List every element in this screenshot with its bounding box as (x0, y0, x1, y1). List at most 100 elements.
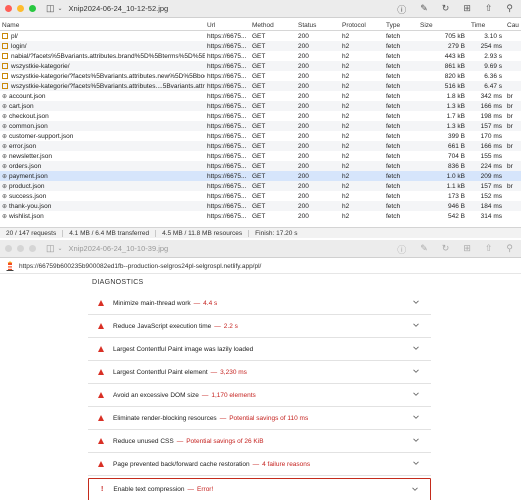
minimize-window-button[interactable] (17, 245, 24, 252)
cell-time: 9.69 s (484, 62, 502, 70)
info-icon[interactable]: ⓘ (397, 243, 406, 256)
table-row[interactable]: ⊕ common.json https://6675... GET 200 h2 fetch… (0, 121, 521, 131)
warning-triangle-icon (98, 323, 104, 329)
col-type[interactable]: Type (384, 22, 418, 29)
document-icon (2, 32, 8, 39)
lighthouse-icon (6, 261, 14, 271)
chevron-down-icon[interactable] (413, 368, 419, 374)
table-row[interactable]: ⊕ cart.json https://6675... GET 200 h2 fetch 1.… (0, 101, 521, 111)
audit-item[interactable]: Avoid an excessive DOM size —1,170 elemen… (88, 384, 431, 407)
audit-detail: 1,170 elements (211, 391, 256, 399)
globe-icon: ⊕ (2, 143, 8, 150)
chevron-down-icon[interactable] (413, 437, 419, 443)
cell-type: fetch (386, 72, 401, 80)
col-method[interactable]: Method (250, 22, 296, 29)
request-name: orders.json (9, 162, 42, 170)
info-icon[interactable]: ⓘ (397, 3, 406, 16)
col-name[interactable]: Name (0, 22, 205, 29)
table-row[interactable]: ⊕ customer-support.json https://6675... GET… (0, 131, 521, 141)
chevron-down-icon[interactable] (412, 486, 418, 492)
window-controls (5, 5, 36, 12)
globe-icon: ⊕ (2, 123, 8, 130)
share-icon[interactable]: ⇧ (485, 3, 493, 16)
table-row[interactable]: pl/https://6675... GET 200 h2 fetch 705 kB 3.1… (0, 31, 521, 41)
col-status[interactable]: Status (296, 22, 340, 29)
markup-icon[interactable]: ✎ (420, 243, 428, 256)
table-row[interactable]: login/https://6675... GET 200 h2 fetch 279 B 2… (0, 41, 521, 51)
chevron-down-icon[interactable] (413, 391, 419, 397)
globe-icon: ⊕ (2, 183, 8, 190)
audit-separator: — (214, 322, 221, 330)
zoom-window-button[interactable] (29, 245, 36, 252)
cell-name: wszystkie-kategorie/?facets%5Bvariants.a… (0, 72, 205, 80)
table-row[interactable]: ⊕ product.json https://6675... GET 200 h2 fetc… (0, 181, 521, 191)
minimize-window-button[interactable] (17, 5, 24, 12)
table-row[interactable]: ⊕ success.json https://6675... GET 200 h2 fetc… (0, 191, 521, 201)
search-icon[interactable]: ⚲ (506, 243, 513, 256)
request-name: pl/ (11, 32, 18, 40)
request-name: account.json (9, 92, 46, 100)
audit-item[interactable]: Page prevented back/forward cache restor… (88, 453, 431, 476)
table-row[interactable]: ⊕ newsletter.json https://6675... GET 200 h2 f… (0, 151, 521, 161)
crop-icon[interactable]: ⊞ (463, 243, 471, 256)
audit-item[interactable]: Reduce unused CSS — Potential savings of 2… (88, 430, 431, 453)
toolbar-right: ⓘ ✎ ↻ ⊞ ⇧ ⚲ (397, 3, 513, 16)
table-row[interactable]: wszystkie-kategorie/?facets%5Bvariants.a… (0, 81, 521, 91)
table-row[interactable]: nabial/?facets%5Bvariants.attributes.bra… (0, 51, 521, 61)
table-row[interactable]: ⊕ thank-you.json https://6675... GET 200 h2 fe… (0, 201, 521, 211)
cell-method: GET (252, 152, 266, 160)
cell-type: fetch (386, 92, 401, 100)
close-window-button[interactable] (5, 245, 12, 252)
table-row[interactable]: ⊕ account.json https://6675... GET 200 h2 fetc… (0, 91, 521, 101)
cell-time: 157 ms (480, 122, 502, 130)
cell-protocol: h2 (342, 102, 350, 110)
chevron-down-icon[interactable] (413, 299, 419, 305)
globe-icon: ⊕ (2, 103, 8, 110)
chevron-down-icon[interactable]: ⌄ (58, 245, 63, 252)
table-row[interactable]: ⊕ wishlist.json https://6675... GET 200 h2 fet… (0, 211, 521, 221)
col-size[interactable]: Size (418, 22, 469, 29)
sidebar-toggle-icon[interactable]: ◫ (46, 243, 55, 254)
chevron-down-icon[interactable]: ⌄ (58, 5, 63, 12)
audit-item[interactable]: Minimize main-thread work —4.4 s (88, 292, 431, 315)
col-initiator[interactable]: Cau (505, 22, 521, 29)
cell-method: GET (252, 42, 266, 50)
table-row[interactable]: wszystkie-kategorie/?facets%5Bvariants.a… (0, 71, 521, 81)
close-window-button[interactable] (5, 5, 12, 12)
rotate-icon[interactable]: ↻ (442, 3, 450, 16)
markup-icon[interactable]: ✎ (420, 3, 428, 16)
table-row[interactable]: ⊕ checkout.json https://6675... GET 200 h2 fet… (0, 111, 521, 121)
audit-item[interactable]: Largest Contentful Paint image was lazil… (88, 338, 431, 361)
zoom-window-button[interactable] (29, 5, 36, 12)
request-name: thank-you.json (9, 202, 52, 210)
search-icon[interactable]: ⚲ (506, 3, 513, 16)
chevron-down-icon[interactable] (413, 460, 419, 466)
cell-type: fetch (386, 112, 401, 120)
audit-item[interactable]: Largest Contentful Paint element —3,230 m… (88, 361, 431, 384)
chevron-down-icon[interactable] (413, 345, 419, 351)
chevron-down-icon[interactable] (413, 414, 419, 420)
finish-time: Finish: 17.20 s (255, 229, 298, 237)
crop-icon[interactable]: ⊞ (463, 3, 471, 16)
table-row[interactable]: ⊕ error.json https://6675... GET 200 h2 fetch 6… (0, 141, 521, 151)
audit-detail: Potential savings of 110 ms (229, 414, 309, 422)
table-row[interactable]: wszystkie-kategorie/https://6675... GET 20… (0, 61, 521, 71)
col-time[interactable]: Time (469, 22, 505, 29)
table-row[interactable]: ⊕ orders.json https://6675... GET 200 h2 fetch… (0, 161, 521, 171)
cell-status: 200 (298, 212, 309, 220)
col-protocol[interactable]: Protocol (340, 22, 384, 29)
chevron-down-icon[interactable] (413, 322, 419, 328)
request-name: wishlist.json (9, 212, 44, 220)
audit-item[interactable]: ! Enable text compression — Error! (88, 478, 431, 500)
audit-item[interactable]: Eliminate render-blocking resources — Pote… (88, 407, 431, 430)
sidebar-toggle-icon[interactable]: ◫ (46, 3, 55, 14)
table-body: pl/https://6675... GET 200 h2 fetch 705 kB 3.1… (0, 31, 521, 221)
audit-item[interactable]: Reduce JavaScript execution time —2.2 s (88, 315, 431, 338)
cell-type: fetch (386, 202, 401, 210)
table-row[interactable]: ⊕ payment.json https://6675... GET 200 h2 fetc… (0, 171, 521, 181)
rotate-icon[interactable]: ↻ (442, 243, 450, 256)
share-icon[interactable]: ⇧ (485, 243, 493, 256)
report-url[interactable]: https://66759b600235b900082ed1fb--produc… (19, 263, 261, 270)
col-url[interactable]: Url (205, 22, 250, 29)
cell-size: 173 B (448, 192, 465, 200)
